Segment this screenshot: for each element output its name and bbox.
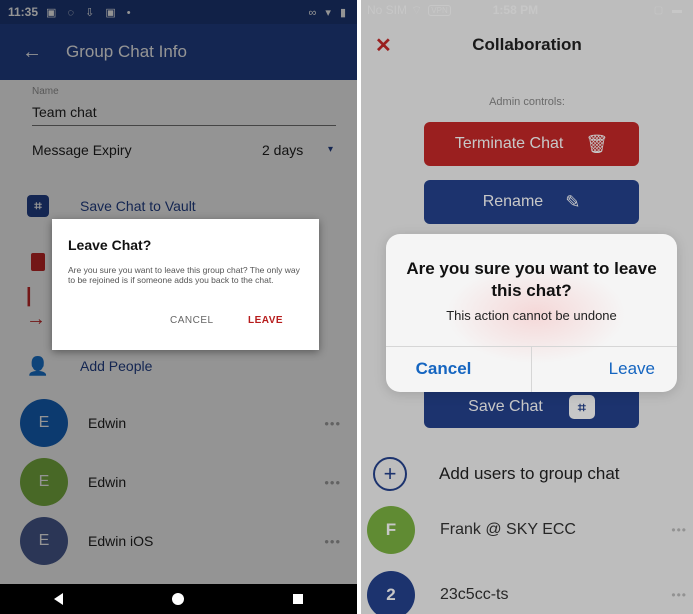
leave-button[interactable]: Leave: [532, 346, 677, 392]
leave-button[interactable]: LEAVE: [248, 315, 283, 326]
cancel-button[interactable]: Cancel: [386, 346, 531, 392]
ios-screen: No SIM ⌔ VPN 1:58 PM ▢ ▬ ✕ Collaboration…: [361, 0, 693, 614]
nav-recents-icon[interactable]: [292, 594, 303, 604]
alert-title: Are you sure you want to leave this chat…: [406, 259, 657, 300]
cancel-button[interactable]: CANCEL: [170, 315, 214, 326]
leave-chat-dialog: Leave Chat? Are you sure you want to lea…: [52, 219, 319, 350]
android-screen: 11:35 ▣ ◌ ⇩ ▣ • ∞ ▾ ▮ ← Group Chat Info …: [0, 0, 357, 614]
system-nav-bar: [0, 584, 357, 614]
leave-chat-alert: Are you sure you want to leave this chat…: [386, 234, 677, 392]
alert-message: This action cannot be undone: [446, 308, 617, 323]
nav-back-icon[interactable]: [54, 593, 64, 605]
nav-home-icon[interactable]: [171, 593, 184, 605]
dialog-title: Leave Chat?: [68, 237, 152, 253]
dialog-message: Are you sure you want to leave this grou…: [68, 265, 300, 285]
